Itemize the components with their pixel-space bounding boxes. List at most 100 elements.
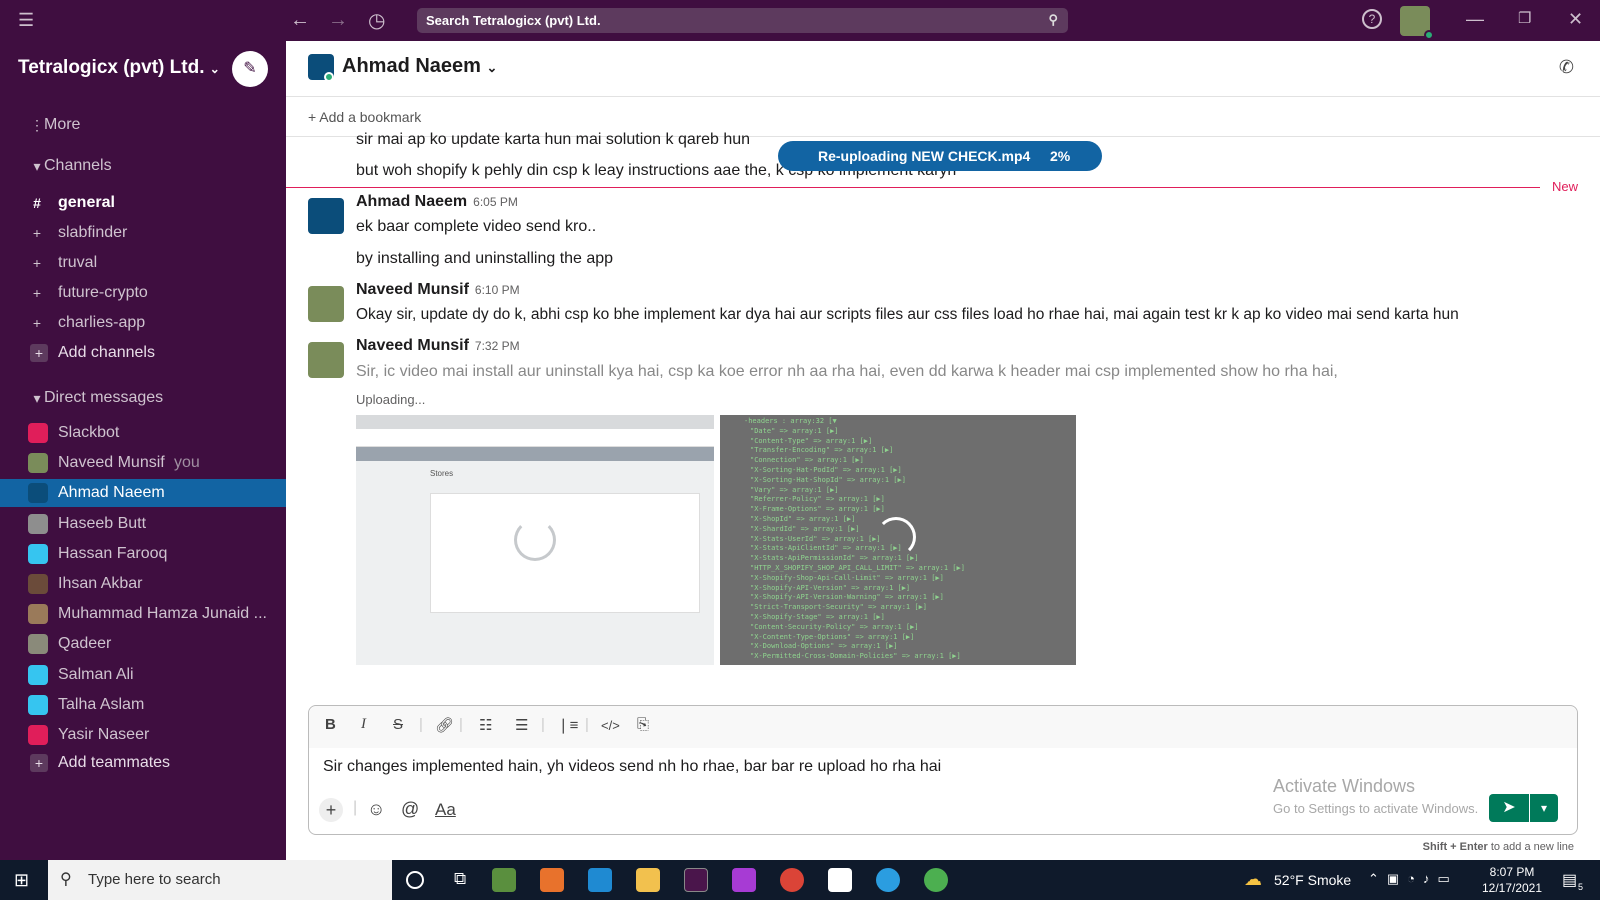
- strikethrough-icon[interactable]: S: [393, 716, 403, 733]
- timestamp[interactable]: 7:32 PM: [475, 339, 520, 353]
- author-name[interactable]: Naveed Munsif: [356, 281, 469, 298]
- code-line: "Transfer-Encoding" => array:1 [▶]: [750, 446, 894, 455]
- code-block-icon[interactable]: ⎘: [637, 716, 649, 733]
- close-icon[interactable]: ✕: [1568, 9, 1583, 30]
- sidebar-item-dm[interactable]: Salman Ali: [0, 661, 286, 689]
- author-name[interactable]: Naveed Munsif: [356, 337, 469, 354]
- author-name[interactable]: Ahmad Naeem: [356, 193, 467, 210]
- clock[interactable]: 8:07 PM 12/17/2021: [1470, 864, 1554, 896]
- sidebar-item-dm[interactable]: Ahmad Naeem: [0, 479, 286, 508]
- word-icon[interactable]: [828, 868, 852, 892]
- edge-icon[interactable]: [876, 868, 900, 892]
- sidebar-item-label: Ihsan Akbar: [58, 575, 143, 592]
- emoji-icon[interactable]: ☺: [367, 799, 385, 820]
- help-icon[interactable]: ?: [1362, 9, 1382, 29]
- phpstorm-icon[interactable]: [732, 868, 756, 892]
- taskbar-app-icon[interactable]: [540, 868, 564, 892]
- sidebar-more[interactable]: ⋮ More: [0, 111, 286, 139]
- sidebar-item-general[interactable]: # general: [0, 189, 286, 217]
- message-text: sir mai ap ko update karta hun mai solut…: [356, 131, 751, 148]
- taskbar-search-input[interactable]: ⚲ Type here to search: [48, 860, 392, 900]
- ordered-list-icon[interactable]: ☷: [479, 716, 492, 734]
- send-button[interactable]: ➤: [1489, 794, 1529, 822]
- search-input[interactable]: Search Tetralogicx (pvt) Ltd. ⚲: [417, 8, 1068, 33]
- add-channels-button[interactable]: + Add channels: [0, 339, 286, 367]
- sidebar-item-dm[interactable]: Yasir Naseer: [0, 721, 286, 749]
- sidebar-item-dm[interactable]: Qadeer: [0, 630, 286, 658]
- sidebar-item-future-crypto[interactable]: + future-crypto: [0, 279, 286, 307]
- code-line: "Content-Security-Policy" => array:1 [▶]: [750, 622, 919, 631]
- dm-header[interactable]: ▾ Direct messages: [0, 384, 286, 412]
- channel-title[interactable]: Ahmad Naeem ⌄: [342, 55, 497, 78]
- image-thumbnail[interactable]: -headers : array:32 [▼ "Date" => array:1 …: [720, 415, 1076, 665]
- sidebar-item-truval[interactable]: + truval: [0, 249, 286, 277]
- avatar: [28, 725, 48, 745]
- menu-icon[interactable]: ☰: [18, 10, 34, 31]
- video-thumbnail[interactable]: Stores: [356, 415, 714, 665]
- sidebar-item-dm[interactable]: Talha Aslam: [0, 691, 286, 719]
- timestamp[interactable]: 6:10 PM: [475, 283, 520, 297]
- weather-text[interactable]: 52°F Smoke: [1274, 872, 1351, 888]
- windows-start-icon[interactable]: ⊞: [14, 870, 29, 891]
- sidebar-item-charlies-app[interactable]: + charlies-app: [0, 309, 286, 337]
- channels-header[interactable]: ▾ Channels: [0, 152, 286, 180]
- file-explorer-icon[interactable]: [636, 868, 660, 892]
- cortana-icon[interactable]: [406, 871, 424, 889]
- add-teammates-button[interactable]: + Add teammates: [0, 749, 286, 777]
- taskbar-app-icon[interactable]: [492, 868, 516, 892]
- tray-icons[interactable]: ⌃▣◔♪▭: [1368, 871, 1458, 887]
- browser-tabs: [356, 415, 714, 429]
- sidebar: Tetralogicx (pvt) Ltd. ⌄ ✎ ⋮ More ▾ Channe…: [0, 41, 286, 860]
- sidebar-item-label: Naveed Munsif: [58, 454, 165, 472]
- slack-icon[interactable]: [684, 868, 708, 892]
- hubstaff-icon[interactable]: [924, 868, 948, 892]
- send-options-button[interactable]: ▾: [1530, 794, 1558, 822]
- sidebar-item-dm[interactable]: Ihsan Akbar: [0, 570, 286, 598]
- restore-icon[interactable]: ❐: [1518, 9, 1531, 27]
- task-view-icon[interactable]: ⧉: [454, 869, 466, 889]
- sidebar-item-label: Qadeer: [58, 635, 112, 653]
- forward-arrow-icon[interactable]: →: [328, 9, 348, 32]
- you-label: you: [174, 454, 200, 472]
- back-arrow-icon[interactable]: ←: [290, 9, 310, 32]
- code-line: "Strict-Transport-Security" => array:1 […: [750, 603, 928, 612]
- chrome-icon[interactable]: [780, 868, 804, 892]
- avatar[interactable]: [308, 342, 344, 378]
- avatar[interactable]: [308, 198, 344, 234]
- sidebar-item-dm[interactable]: Slackbot: [0, 419, 286, 447]
- vscode-icon[interactable]: [588, 868, 612, 892]
- sidebar-item-dm[interactable]: Hassan Farooq: [0, 540, 286, 568]
- mention-icon[interactable]: @: [401, 799, 419, 820]
- minimize-icon[interactable]: —: [1466, 9, 1484, 30]
- workspace-name[interactable]: Tetralogicx (pvt) Ltd. ⌄: [18, 57, 220, 79]
- compose-button[interactable]: ✎: [232, 51, 268, 87]
- hash-icon: #: [33, 195, 41, 211]
- upload-progress-pill[interactable]: Re-uploading NEW CHECK.mp4 2%: [778, 141, 1102, 171]
- attach-plus-icon[interactable]: +: [319, 798, 343, 822]
- plus-icon: +: [32, 225, 42, 241]
- formatting-toggle-icon[interactable]: Aa: [435, 800, 456, 820]
- code-icon[interactable]: </>: [601, 718, 620, 733]
- sidebar-item-dm[interactable]: Naveed Munsif you: [0, 449, 286, 477]
- blockquote-icon[interactable]: ❘≡: [557, 716, 578, 734]
- chevron-down-icon: ⌄: [486, 60, 498, 75]
- italic-icon[interactable]: I: [361, 716, 366, 733]
- add-bookmark-button[interactable]: + Add a bookmark: [308, 109, 421, 125]
- composer-input[interactable]: Sir changes implemented hain, yh videos …: [323, 758, 1563, 776]
- avatar: [28, 513, 48, 534]
- link-icon[interactable]: 🔗︎: [435, 716, 454, 734]
- bold-icon[interactable]: B: [325, 716, 336, 733]
- sidebar-item-slabfinder[interactable]: + slabfinder: [0, 219, 286, 247]
- sidebar-item-dm[interactable]: Muhammad Hamza Junaid ...: [0, 600, 286, 628]
- history-icon[interactable]: ◷: [368, 8, 385, 33]
- timestamp[interactable]: 6:05 PM: [473, 195, 518, 209]
- phone-icon[interactable]: ✆: [1559, 57, 1574, 78]
- notification-icon[interactable]: ▤: [1562, 870, 1577, 890]
- code-line: "HTTP_X_SHOPIFY_SHOP_API_CALL_LIMIT" => …: [750, 563, 965, 572]
- plus-icon: +: [308, 109, 320, 125]
- code-line: "X-Shopify-API-Version" => array:1 [▶]: [750, 583, 911, 592]
- bullet-list-icon[interactable]: ☰: [515, 716, 528, 734]
- avatar[interactable]: [308, 286, 344, 322]
- message-composer: B I S | 🔗︎ | ☷ ☰ | ❘≡ | </> ⎘ Sir change…: [308, 705, 1578, 835]
- sidebar-item-dm[interactable]: Haseeb Butt: [0, 510, 286, 538]
